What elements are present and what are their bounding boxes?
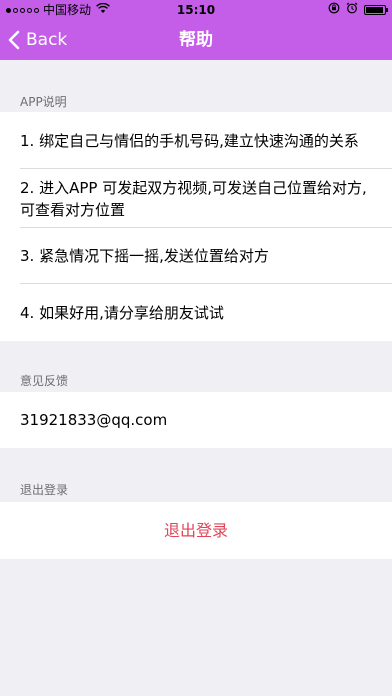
app-info-item-3: 3. 紧急情况下摇一摇,发送位置给对方: [20, 247, 269, 265]
app-info-item-2: 2. 进入APP 可发起双方视频,可发送自己位置给对方,可查看对方位置: [20, 178, 367, 219]
page-title: 帮助: [179, 30, 213, 50]
app-info-item-1: 1. 绑定自己与情侣的手机号码,建立快速沟通的关系: [20, 131, 359, 150]
alarm-icon: [346, 0, 358, 20]
status-bar-right: [328, 0, 388, 20]
section-header-feedback: 意见反馈: [20, 374, 69, 388]
list-item: 4. 如果好用,请分享给朋友试试: [0, 284, 392, 341]
status-bar: 中国移动 15:10: [0, 0, 392, 20]
logout-button[interactable]: 退出登录: [0, 502, 392, 559]
list-item: 1. 绑定自己与情侣的手机号码,建立快速沟通的关系: [0, 112, 392, 169]
section-header-app-info: APP说明: [20, 95, 67, 109]
feedback-email-row[interactable]: 31921833@qq.com: [0, 392, 392, 448]
rotation-lock-icon: [328, 0, 340, 20]
feedback-email: 31921833@qq.com: [20, 411, 168, 429]
list-item: 3. 紧急情况下摇一摇,发送位置给对方: [0, 228, 392, 284]
feedback-group: 31921833@qq.com: [0, 392, 392, 448]
app-info-group: 1. 绑定自己与情侣的手机号码,建立快速沟通的关系 2. 进入APP 可发起双方…: [0, 112, 392, 341]
battery-icon: [364, 5, 388, 15]
navigation-bar: Back 帮助: [0, 20, 392, 60]
logout-group: 退出登录: [0, 502, 392, 559]
app-info-item-4: 4. 如果好用,请分享给朋友试试: [20, 303, 224, 322]
section-header-logout: 退出登录: [20, 483, 69, 497]
list-item: 2. 进入APP 可发起双方视频,可发送自己位置给对方,可查看对方位置: [0, 169, 392, 228]
